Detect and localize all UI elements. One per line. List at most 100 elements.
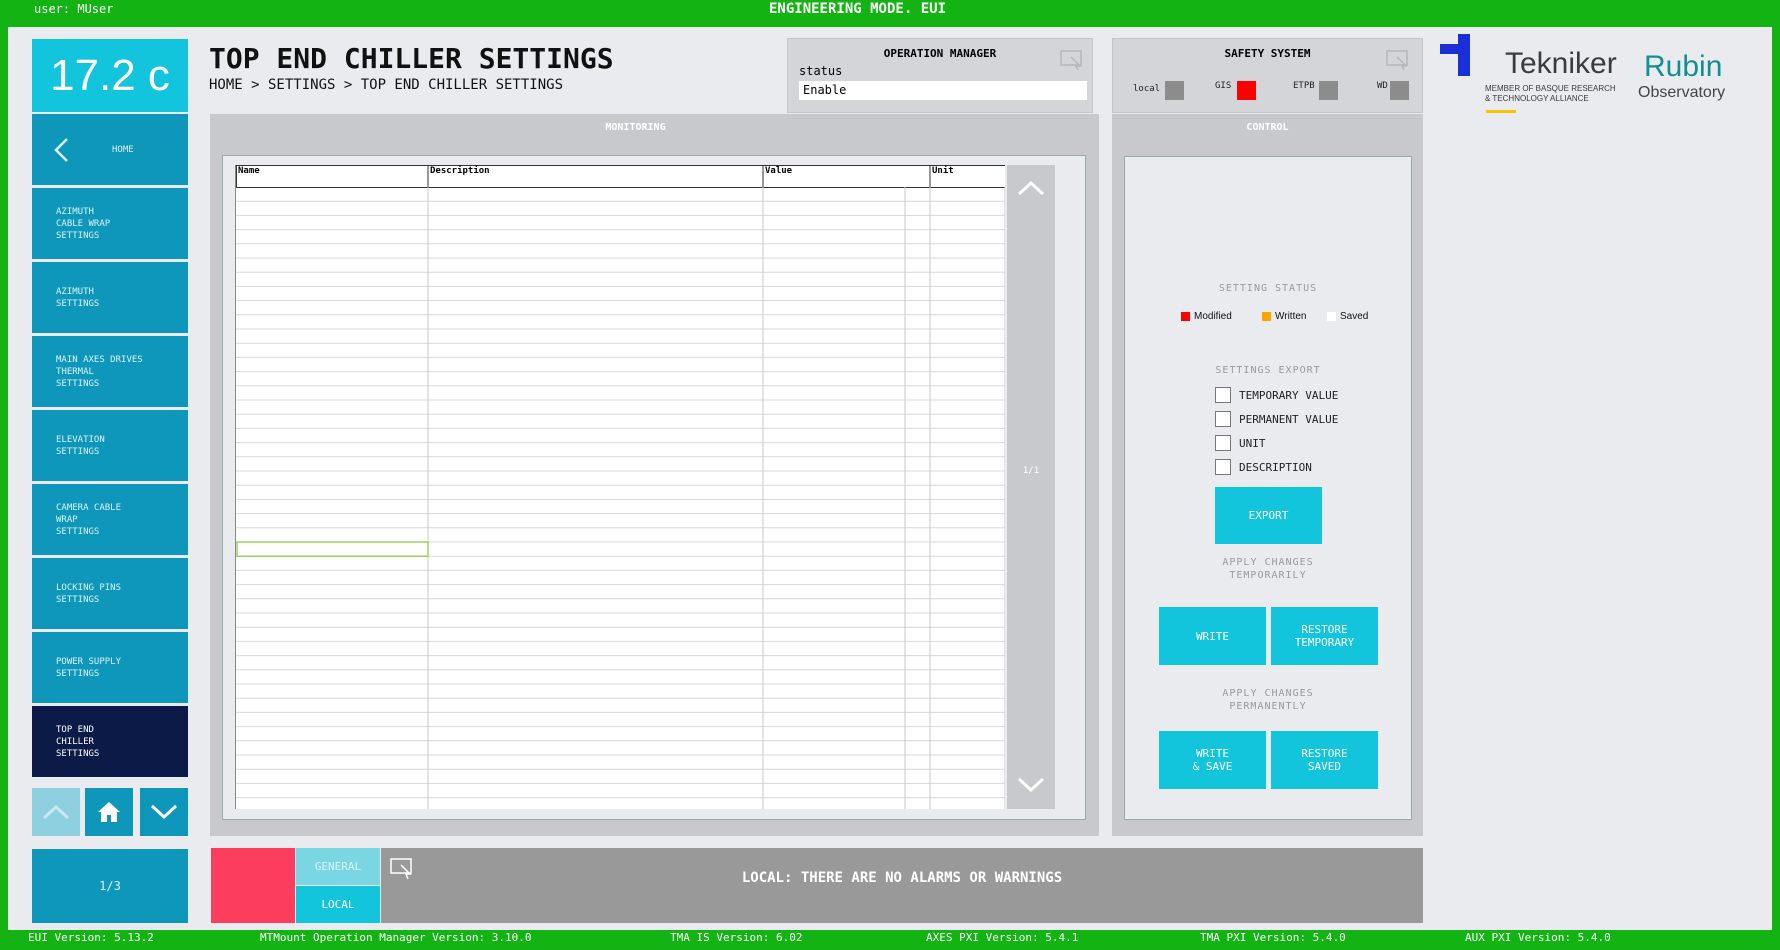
safety-system-title: SAFETY SYSTEM [1224, 47, 1311, 60]
sidebar-item-camera-cable-wrap[interactable]: CAMERA CABLE WRAP SETTINGS [32, 484, 188, 555]
export-option-label: UNIT [1239, 436, 1266, 450]
apply-temporarily-title: APPLY CHANGES TEMPORARILY [1222, 557, 1314, 581]
safety-indicator-wd [1390, 81, 1409, 100]
chevron-left-icon [54, 137, 68, 162]
sidebar-item-label: TOP END CHILLER SETTINGS [56, 724, 100, 759]
version-tma-pxi: TMA PXI Version: 5.4.0 [1200, 931, 1346, 944]
breadcrumb: HOME > SETTINGS > TOP END CHILLER SETTIN… [209, 77, 564, 93]
export-option-temporary-value[interactable]: TEMPORARY VALUE [1215, 387, 1338, 403]
alarm-status-indicator [211, 848, 295, 923]
safety-indicator-local [1165, 81, 1184, 100]
sidebar-item-label: AZIMUTH CABLE WRAP SETTINGS [56, 206, 111, 241]
export-option-label: TEMPORARY VALUE [1239, 388, 1339, 402]
home-icon [98, 802, 120, 822]
operation-manager-status-label: status [799, 64, 843, 78]
restore-saved-button[interactable]: RESTORE SAVED [1271, 731, 1378, 789]
checkbox[interactable] [1215, 435, 1231, 451]
rubin-logo-text: Rubin [1644, 50, 1723, 83]
safety-indicator-gis [1237, 81, 1256, 100]
legend-saved-label: Saved [1340, 311, 1369, 322]
operation-manager-title: OPERATION MANAGER [883, 47, 997, 60]
version-aux-pxi: AUX PXI Version: 5.4.0 [1465, 931, 1611, 944]
export-option-description[interactable]: DESCRIPTION [1215, 459, 1312, 475]
sidebar-item-label: AZIMUTH SETTINGS [56, 286, 100, 309]
column-header-value: Value [765, 166, 793, 176]
version-operation-manager: MTMount Operation Manager Version: 3.10.… [260, 931, 532, 944]
write-and-save-button[interactable]: WRITE & SAVE [1159, 731, 1266, 789]
column-header-unit: Unit [932, 166, 954, 176]
export-button[interactable]: EXPORT [1215, 487, 1322, 544]
chevron-up-icon [42, 804, 70, 820]
safety-label-wd: WD [1377, 81, 1388, 91]
sidebar-item-main-axes-drives-thermal[interactable]: MAIN AXES DRIVES THERMAL SETTINGS [32, 336, 188, 407]
chevron-down-icon [150, 804, 178, 820]
temperature-display: 17.2 c [32, 39, 188, 112]
page-down-button[interactable] [140, 788, 188, 836]
sidebar-item-label: HOME [112, 144, 134, 155]
monitoring-title: MONITORING [605, 122, 666, 133]
export-option-permanent-value[interactable]: PERMANENT VALUE [1215, 411, 1338, 427]
export-option-label: DESCRIPTION [1239, 460, 1312, 474]
safety-label-etpb: ETPB [1293, 81, 1315, 91]
apply-permanently-title: APPLY CHANGES PERMANENTLY [1222, 688, 1314, 712]
legend-written-label: Written [1275, 311, 1307, 322]
alarm-message: LOCAL: THERE ARE NO ALARMS OR WARNINGS [741, 870, 1063, 886]
tekniker-logo-icon [1440, 34, 1470, 76]
scroll-down-icon[interactable] [1017, 777, 1045, 793]
version-eui: EUI Version: 5.13.2 [28, 931, 154, 944]
sidebar-item-azimuth[interactable]: AZIMUTH SETTINGS [32, 262, 188, 333]
operation-manager-status-field: Enable [799, 81, 1087, 100]
sidebar-item-power-supply[interactable]: POWER SUPPLY SETTINGS [32, 632, 188, 703]
legend-modified-label: Modified [1194, 311, 1232, 322]
page-up-button[interactable] [32, 788, 80, 836]
tekniker-logo-subtitle: MEMBER OF BASQUE RESEARCH & TECHNOLOGY A… [1485, 84, 1616, 103]
legend-written: Written [1262, 311, 1307, 322]
column-header-description: Description [430, 166, 490, 176]
safety-indicator-etpb [1319, 81, 1338, 100]
general-alarms-button[interactable]: GENERAL [296, 848, 380, 885]
version-tma-is: TMA IS Version: 6.02 [670, 931, 803, 944]
sidebar-item-label: MAIN AXES DRIVES THERMAL SETTINGS [56, 354, 143, 389]
control-title: CONTROL [1246, 122, 1289, 133]
export-option-label: PERMANENT VALUE [1239, 412, 1339, 426]
safety-label-local: local [1133, 84, 1161, 94]
local-alarms-button[interactable]: LOCAL [296, 886, 380, 923]
mode-title: ENGINEERING MODE. EUI [768, 1, 946, 17]
checkbox[interactable] [1215, 459, 1231, 475]
sidebar-item-locking-pins[interactable]: LOCKING PINS SETTINGS [32, 558, 188, 629]
sidebar-item-elevation[interactable]: ELEVATION SETTINGS [32, 410, 188, 481]
write-button[interactable]: WRITE [1159, 607, 1266, 665]
sidebar-item-label: CAMERA CABLE WRAP SETTINGS [56, 502, 122, 537]
safety-label-gis: GIS [1215, 81, 1232, 91]
sidebar-item-azimuth-cable-wrap[interactable]: AZIMUTH CABLE WRAP SETTINGS [32, 188, 188, 259]
scroll-up-icon[interactable] [1017, 180, 1045, 196]
sidebar-item-home[interactable]: HOME [32, 114, 188, 185]
column-header-name: Name [238, 166, 260, 176]
legend-saved-swatch [1327, 312, 1336, 321]
legend-modified: Modified [1181, 311, 1232, 322]
restore-temporary-button[interactable]: RESTORE TEMPORARY [1271, 607, 1378, 665]
table-grid [236, 165, 1005, 809]
cursor-window-icon[interactable] [1060, 50, 1084, 70]
version-axes-pxi: AXES PXI Version: 5.4.1 [926, 931, 1079, 944]
sidebar-item-label: POWER SUPPLY SETTINGS [56, 656, 122, 679]
setting-status-title: SETTING STATUS [1218, 283, 1318, 294]
legend-modified-swatch [1181, 312, 1190, 321]
sidebar-item-label: ELEVATION SETTINGS [56, 434, 105, 457]
sidebar-item-label: LOCKING PINS SETTINGS [56, 582, 122, 605]
page-title: TOP END CHILLER SETTINGS [209, 42, 614, 75]
cursor-window-icon[interactable] [1386, 50, 1410, 70]
table-page-indicator: 1/1 [1022, 466, 1040, 476]
sidebar-item-top-end-chiller[interactable]: TOP END CHILLER SETTINGS [32, 706, 188, 777]
settings-export-title: SETTINGS EXPORT [1215, 365, 1321, 376]
home-button[interactable] [85, 788, 133, 836]
tekniker-logo-text: Tekniker [1505, 47, 1617, 80]
legend-written-swatch [1262, 312, 1271, 321]
export-option-unit[interactable]: UNIT [1215, 435, 1266, 451]
settings-table[interactable]: Name Description Value Unit [235, 165, 1005, 809]
tekniker-accent-bar [1486, 110, 1516, 113]
table-scrollbar[interactable]: 1/1 [1007, 165, 1055, 809]
checkbox[interactable] [1215, 411, 1231, 427]
page-indicator: 1/3 [32, 849, 188, 923]
checkbox[interactable] [1215, 387, 1231, 403]
